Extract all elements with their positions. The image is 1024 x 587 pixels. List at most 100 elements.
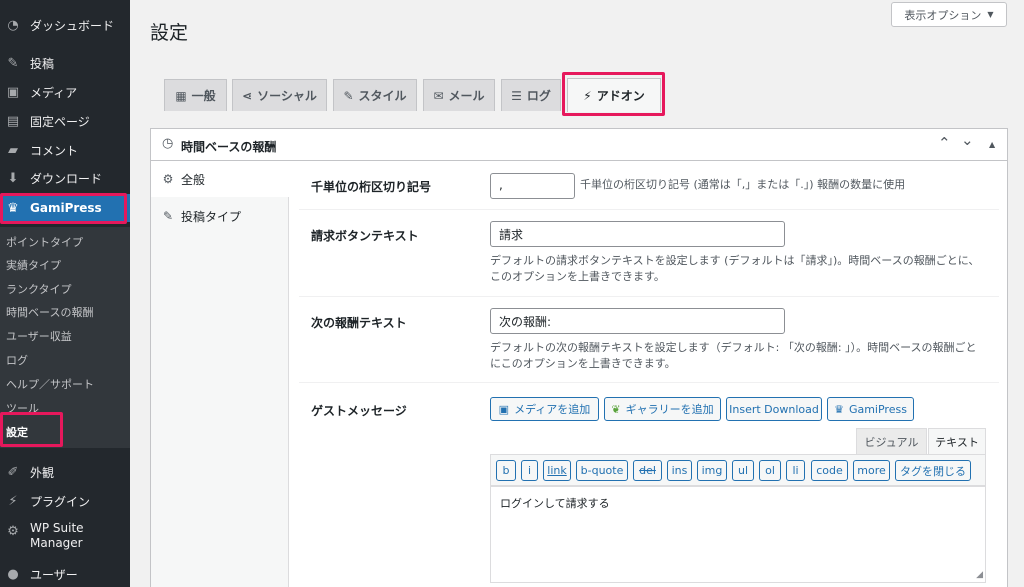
menu-item-pages[interactable]: ▤ 固定ページ	[0, 110, 130, 132]
menu-item-label: ダウンロード	[30, 171, 103, 186]
qt-bold-button[interactable]: b	[496, 460, 516, 481]
tab-addons[interactable]: ⚡ アドオン	[567, 78, 661, 112]
submenu-item-achievement-types[interactable]: 実績タイプ	[6, 257, 61, 273]
tab-general[interactable]: ▦ 一般	[164, 79, 227, 111]
vtab-post-types[interactable]: ✎ 投稿タイプ	[151, 198, 288, 234]
toggle-panel-icon[interactable]: ▲	[989, 140, 995, 149]
insert-download-button[interactable]: Insert Download	[726, 397, 822, 421]
admin-sidebar: ◔ ダッシュボード ✎ 投稿 ▣ メディア ▤ 固定ページ ▰ コメント ⬇ ダ…	[0, 0, 130, 587]
next-reward-description-line2: にこのオプションを上書きできます。	[490, 357, 676, 370]
submenu-item-point-types[interactable]: ポイントタイプ	[6, 234, 83, 250]
screen-options-label: 表示オプション	[904, 8, 982, 22]
tab-style[interactable]: ✎ スタイル	[333, 79, 417, 111]
submenu-item-user-earnings[interactable]: ユーザー収益	[6, 328, 72, 344]
tab-label: ログ	[526, 89, 551, 103]
vtab-general[interactable]: ⚙ 全般	[151, 161, 290, 197]
claim-button-description-line2: このオプションを上書きできます。	[490, 270, 665, 283]
move-down-icon[interactable]: ⌄	[961, 131, 974, 149]
tab-social[interactable]: ⋖ ソーシャル	[232, 79, 327, 111]
vertical-tabs: ⚙ 全般 ✎ 投稿タイプ	[151, 161, 290, 587]
next-reward-text-input[interactable]: 次の報酬:	[490, 308, 785, 334]
qt-ul-button[interactable]: ul	[732, 460, 754, 481]
menu-item-comments[interactable]: ▰ コメント	[0, 139, 130, 161]
thousands-separator-input[interactable]: ,	[490, 173, 575, 199]
leaf-icon: ❦	[611, 402, 621, 416]
next-reward-text-label: 次の報酬テキスト	[311, 316, 407, 330]
media-icon: ▣	[6, 84, 20, 100]
user-icon: ●	[7, 566, 19, 582]
menu-item-label: プラグイン	[30, 494, 91, 509]
move-up-icon[interactable]: ⌃	[938, 134, 951, 152]
crown-icon: ♛	[7, 200, 19, 216]
claim-button-description-line1: デフォルトの請求ボタンテキストを設定します (デフォルトは「請求」)。時間ベース…	[490, 254, 980, 267]
resize-grip-icon[interactable]: ◢	[976, 570, 983, 580]
menu-item-posts[interactable]: ✎ 投稿	[0, 52, 130, 74]
tab-label: 一般	[191, 89, 216, 103]
general-icon: ▦	[175, 88, 187, 103]
gear-icon: ⚙	[7, 523, 19, 539]
qt-img-button[interactable]: img	[697, 460, 727, 481]
tab-label: スタイル	[358, 89, 407, 103]
editor-tab-text[interactable]: テキスト	[928, 428, 986, 454]
submenu-item-help-support[interactable]: ヘルプ／サポート	[6, 376, 94, 392]
qt-link-button[interactable]: link	[543, 460, 571, 481]
menu-item-dashboard[interactable]: ◔ ダッシュボード	[0, 14, 130, 36]
submenu-item-logs[interactable]: ログ	[6, 352, 28, 368]
screen-options-button[interactable]: 表示オプション ▼	[891, 2, 1007, 27]
qt-close-tags-button[interactable]: タグを閉じる	[895, 460, 971, 481]
appearance-icon: ✐	[7, 464, 19, 480]
gamipress-shortcode-button[interactable]: ♛ GamiPress	[827, 397, 914, 421]
clock-icon: ◷	[162, 136, 174, 151]
plugin-icon: ⚡	[8, 493, 18, 509]
next-reward-description-line1: デフォルトの次の報酬テキストを設定します（デフォルト: 「次の報酬: 」）。時間…	[490, 341, 977, 354]
tab-label: ソーシャル	[257, 89, 317, 103]
qt-ins-button[interactable]: ins	[667, 460, 692, 481]
insert-download-label: Insert Download	[729, 402, 819, 416]
menu-item-appearance[interactable]: ✐ 外観	[0, 461, 130, 483]
row-divider	[299, 296, 999, 297]
guest-message-textarea[interactable]: ログインして請求する ◢	[490, 486, 986, 583]
qt-del-button[interactable]: del	[633, 460, 662, 481]
menu-item-gamipress[interactable]: ♛ GamiPress	[0, 194, 130, 222]
menu-item-downloads[interactable]: ⬇ ダウンロード	[0, 167, 130, 189]
submenu-item-tools[interactable]: ツール	[6, 400, 39, 416]
qt-italic-button[interactable]: i	[521, 460, 538, 481]
menu-item-wp-suite-manager[interactable]: ⚙ WP Suite Manager	[0, 521, 130, 555]
submenu-item-time-based-rewards[interactable]: 時間ベースの報酬	[6, 304, 93, 320]
row-divider	[299, 209, 999, 210]
box-title: 時間ベースの報酬	[181, 140, 277, 154]
comment-icon: ▰	[8, 142, 18, 158]
menu-item-label: ユーザー	[30, 567, 78, 582]
tab-mail[interactable]: ✉ メール	[423, 79, 495, 111]
qt-more-button[interactable]: more	[853, 460, 890, 481]
claim-button-text-input[interactable]: 請求	[490, 221, 785, 247]
tab-log[interactable]: ☰ ログ	[501, 79, 561, 111]
menu-item-users[interactable]: ● ユーザー	[0, 563, 130, 585]
menu-item-label: 投稿	[30, 56, 55, 71]
download-icon: ⬇	[7, 170, 19, 186]
editor-tab-visual[interactable]: ビジュアル	[856, 428, 927, 454]
plugin-icon: ⚡	[583, 88, 592, 103]
qt-blockquote-button[interactable]: b-quote	[576, 460, 628, 481]
menu-item-label: GamiPress	[30, 201, 102, 215]
menu-item-label: WP Suite Manager	[30, 521, 84, 550]
submenu-item-settings[interactable]: 設定	[6, 424, 28, 440]
pin-icon: ✎	[7, 55, 19, 71]
crown-icon: ♛	[834, 402, 844, 416]
add-gallery-button[interactable]: ❦ ギャラリーを追加	[604, 397, 721, 421]
thousands-separator-description: 千単位の桁区切り記号 (通常は「,」または「.」) 報酬の数量に使用	[580, 178, 906, 191]
vtab-label: 全般	[181, 172, 206, 187]
qt-ol-button[interactable]: ol	[759, 460, 781, 481]
submenu-item-rank-types[interactable]: ランクタイプ	[6, 281, 72, 297]
qt-li-button[interactable]: li	[786, 460, 805, 481]
pin-icon: ✎	[162, 209, 174, 223]
time-based-rewards-box: ◷ 時間ベースの報酬 ⌃ ⌄ ▲ ⚙ 全般 ✎ 投稿タイプ 千単位の桁区切り記号…	[150, 128, 1008, 587]
gear-icon: ⚙	[162, 172, 174, 186]
gamipress-submenu: ポイントタイプ 実績タイプ ランクタイプ 時間ベースの報酬 ユーザー収益 ログ …	[0, 227, 130, 448]
add-media-button[interactable]: ▣ メディアを追加	[490, 397, 599, 421]
qt-code-button[interactable]: code	[811, 460, 848, 481]
row-divider	[299, 382, 999, 383]
menu-item-plugins[interactable]: ⚡ プラグイン	[0, 490, 130, 512]
tab-label: メール	[448, 89, 485, 103]
menu-item-media[interactable]: ▣ メディア	[0, 81, 130, 103]
